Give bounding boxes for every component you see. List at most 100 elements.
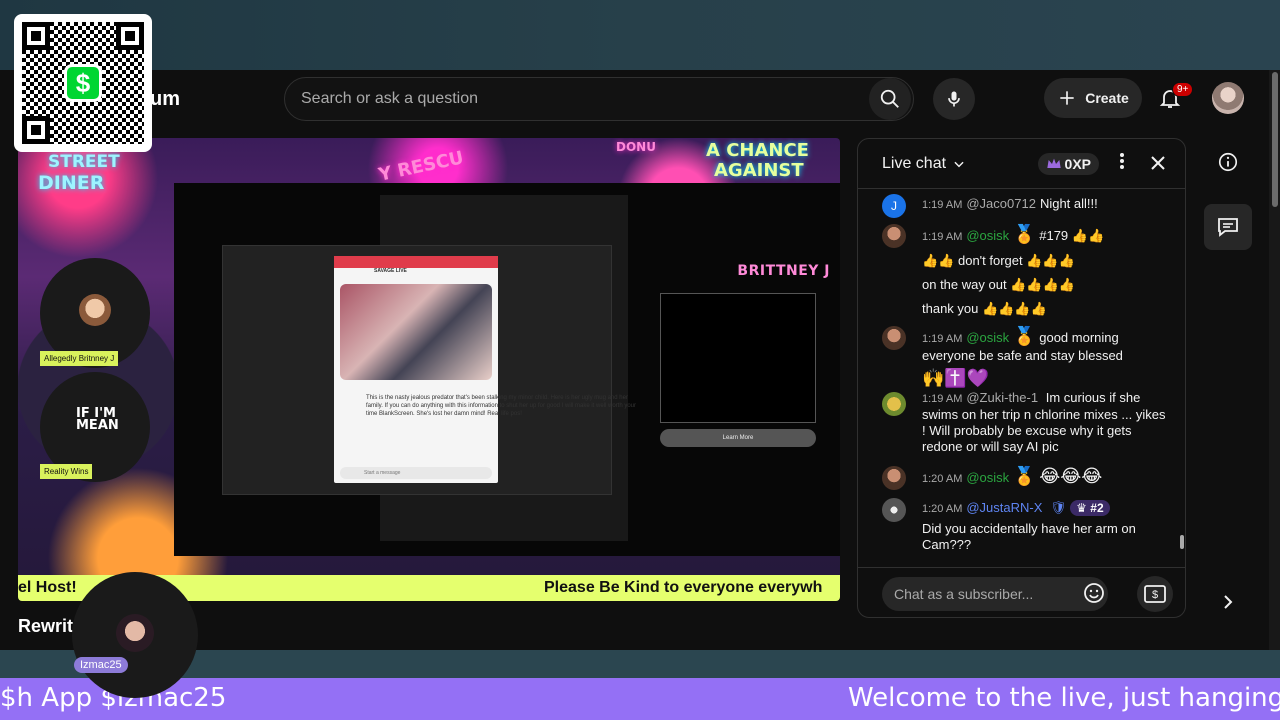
chevron-down-icon (954, 161, 964, 167)
author-avatar (882, 392, 906, 416)
cashapp-logo-icon: $ (64, 64, 102, 102)
host-avatar (116, 614, 154, 652)
message-text-line2: 👍👍 don't forget 👍👍👍 (922, 253, 1075, 268)
search-bar (284, 77, 914, 121)
super-chat-icon: $ (1144, 584, 1166, 603)
chat-scrollbar[interactable] (1180, 190, 1184, 560)
author-badge-icon: 🏅 (1013, 326, 1036, 346)
message-text-line1: #179 👍👍 (1039, 228, 1105, 243)
message-author[interactable]: @JustaRN-X (966, 500, 1042, 515)
qr-finder-bottom-left (22, 116, 50, 144)
chat-header: Live chat 0XP (858, 139, 1185, 189)
chat-more-options-button[interactable] (1107, 153, 1137, 174)
plus-icon (1060, 91, 1074, 105)
neon-sign-donut: DONU (616, 140, 656, 154)
learn-more-button: Learn More (660, 429, 816, 447)
author-avatar (882, 224, 906, 248)
chevron-right-icon (1224, 595, 1233, 609)
notifications-button[interactable]: 9+ (1152, 80, 1194, 116)
chat-mode-dropdown[interactable]: Live chat (882, 155, 966, 173)
author-avatar: J (882, 194, 906, 218)
super-chat-button[interactable]: $ (1137, 575, 1173, 612)
account-avatar[interactable] (1212, 82, 1244, 114)
notification-count-badge: 9+ (1172, 82, 1194, 97)
neon-sign-against: AGAINST (714, 160, 804, 181)
guest-1-avatar (79, 294, 111, 326)
site-logo-partial[interactable]: um (150, 88, 180, 111)
search-icon (880, 89, 899, 108)
neon-sign-rescue: Y RESCU (376, 147, 466, 186)
qr-finder-top-left (22, 22, 50, 50)
chat-message: 1:19 AM @osisk 🏅 good morning everyone be … (882, 324, 1172, 390)
bottom-ticker: $h App $izmac25 Welcome to the live, jus… (0, 678, 1280, 720)
page-scrollbar[interactable] (1269, 70, 1280, 650)
chat-message-input[interactable] (882, 576, 1108, 611)
neon-sign-street: STREET (48, 152, 120, 172)
kebab-icon (1120, 153, 1124, 169)
page-scroll-thumb[interactable] (1272, 72, 1278, 207)
verified-shield-icon: 🛡 (1050, 500, 1067, 515)
card-message-text: This is the nasty jealous predator that'… (366, 395, 637, 417)
chat-input-bar: $ (858, 567, 1185, 617)
message-author[interactable]: @Zuki-the-1 (966, 390, 1038, 405)
chat-panel-button[interactable] (1204, 204, 1252, 250)
emoji-picker-icon[interactable] (1082, 581, 1106, 605)
qr-pattern: $ (22, 22, 144, 144)
search-button[interactable] (869, 78, 911, 120)
bottom-ticker-text-right: Welcome to the live, just hanging out (848, 683, 1280, 713)
author-badge-icon: 🏅 (1013, 224, 1036, 244)
message-time: 1:20 AM (922, 473, 963, 485)
create-button[interactable]: Create (1044, 78, 1142, 118)
message-emojis: 🙌✝️💜 (922, 368, 990, 388)
shared-message-card: SAVAGE LIVE This is the nasty jealous pr… (334, 256, 636, 483)
neon-sign-chance: A CHANCE (706, 140, 809, 161)
message-text-line3: on the way out 👍👍👍👍 (922, 277, 1075, 292)
video-player[interactable]: STREET DINER Y RESCU A CHANCE AGAINST DO… (18, 138, 840, 601)
svg-text:$: $ (1152, 589, 1158, 601)
stream-overlay-top-band (0, 0, 1280, 70)
info-panel-button[interactable] (1208, 142, 1248, 182)
guest-1-label: Allegedly Britnney J (40, 351, 119, 366)
search-input[interactable] (285, 78, 869, 120)
message-time: 1:19 AM (922, 199, 963, 211)
xp-pill[interactable]: 0XP (1037, 152, 1099, 175)
close-chat-button[interactable] (1143, 151, 1173, 177)
expand-panel-button[interactable] (1208, 582, 1248, 622)
message-author[interactable]: @osisk (966, 228, 1009, 243)
message-time: 1:19 AM (922, 231, 963, 243)
card-title: SAVAGE LIVE (374, 268, 407, 274)
card-photos (340, 284, 492, 380)
chat-bubble-icon (1218, 218, 1238, 237)
card-message-input: Start a message (340, 467, 492, 479)
message-author[interactable]: @Jaco0712 (966, 196, 1036, 211)
author-avatar (882, 498, 906, 522)
microphone-icon (948, 91, 960, 107)
author-avatar (882, 326, 906, 350)
host-label: Izmac25 (74, 657, 128, 673)
chat-message: 1:20 AM @JustaRN-X 🛡 ♛ #2 Did you acciden… (882, 496, 1172, 553)
chat-title: Live chat (882, 154, 947, 172)
live-chat-panel: Live chat 0XP J 1:19 AM @Jaco0712 Night al… (857, 138, 1186, 618)
chat-message: 1:20 AM @osisk 🏅 😂😂😂 (882, 464, 1172, 491)
message-emojis: 😂😂😂 (1039, 466, 1103, 486)
chat-message-list[interactable]: J 1:19 AM @Jaco0712 Night all!!! 1:19 AM @o… (858, 190, 1176, 560)
message-text: Did you accidentally have her arm on Cam… (922, 521, 1136, 552)
message-time: 1:19 AM (922, 393, 963, 405)
guest-2-caption: IF I'M MEAN (76, 406, 119, 433)
chat-scroll-thumb[interactable] (1180, 535, 1184, 549)
author-avatar (882, 466, 906, 490)
rank-value: #2 (1090, 501, 1104, 515)
card-redacted-bar (334, 256, 498, 268)
voice-search-button[interactable] (933, 78, 975, 120)
video-title: Rewrit (18, 616, 74, 636)
rank-badge: ♛ #2 (1070, 500, 1110, 516)
host-bubble (72, 572, 198, 698)
ticker-text-left: el Host! (18, 579, 77, 596)
xp-value: 0XP (1064, 155, 1091, 172)
brand-tag: BRITTNEY J (737, 263, 830, 279)
message-time: 1:20 AM (922, 503, 963, 515)
chat-message: 1:19 AM @osisk 🏅 #179 👍👍 👍👍 don't forget 👍… (882, 222, 1172, 321)
message-author[interactable]: @osisk (966, 330, 1009, 345)
message-author[interactable]: @osisk (966, 470, 1009, 485)
ad-preview-box (660, 293, 816, 423)
